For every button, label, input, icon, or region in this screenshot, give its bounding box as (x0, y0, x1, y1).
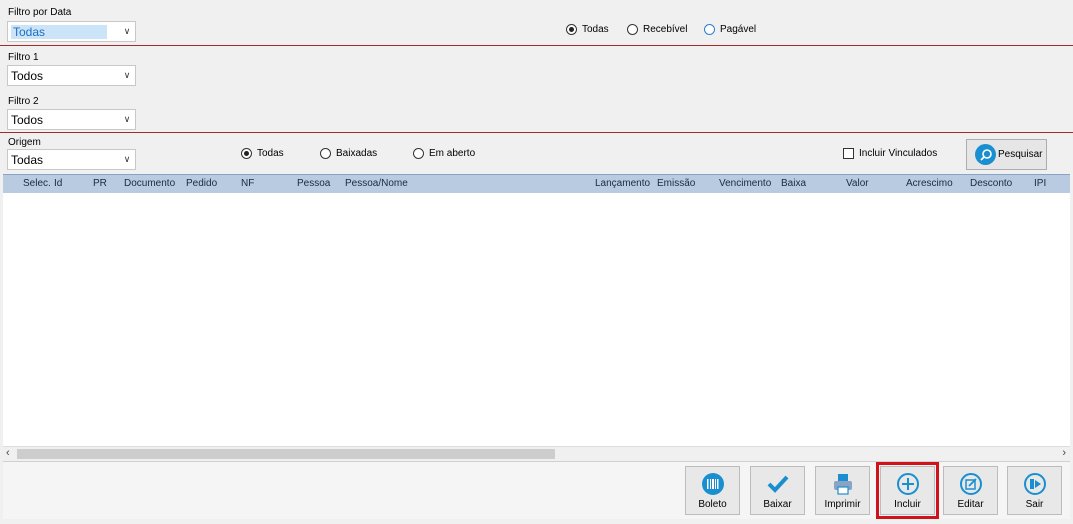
col-header-pessoa[interactable]: Pessoa (297, 178, 330, 189)
exit-icon (1022, 471, 1048, 500)
incluir-button-label: Incluir (894, 499, 921, 510)
editar-button-label: Editar (957, 499, 984, 510)
barcode-icon (700, 471, 726, 500)
radio-status-baixadas[interactable]: Baixadas (320, 148, 377, 159)
scroll-left-icon[interactable]: ‹ (6, 447, 10, 459)
incluir-button[interactable]: Incluir (876, 462, 939, 519)
filtro2-label: Filtro 2 (8, 96, 39, 107)
radio-dot-icon (241, 148, 252, 159)
col-header-vencimento[interactable]: Vencimento (719, 178, 771, 189)
radio-label: Pagável (720, 24, 757, 35)
checkbox-icon (843, 148, 854, 159)
radio-tipo-recebivel[interactable]: Recebível (627, 24, 687, 35)
scroll-right-icon[interactable]: › (1062, 447, 1066, 459)
boleto-button-label: Boleto (698, 499, 727, 510)
col-header-pedido[interactable]: Pedido (186, 178, 217, 189)
scrollbar-thumb[interactable] (17, 449, 555, 459)
printer-icon (830, 471, 856, 500)
origem-select[interactable]: Todas ∨ (7, 149, 136, 170)
col-header-desconto[interactable]: Desconto (970, 178, 1012, 189)
filtro1-value: Todos (11, 68, 44, 83)
sair-button[interactable]: Sair (1007, 466, 1062, 515)
col-header-lancamento[interactable]: Lançamento (595, 178, 650, 189)
radio-tipo-todas[interactable]: Todas (566, 24, 609, 35)
filtro2-select[interactable]: Todos ∨ (7, 109, 136, 130)
filtro-data-select[interactable]: Todas ∨ (7, 21, 136, 42)
col-header-emissao[interactable]: Emissão (657, 178, 695, 189)
radio-label: Todas (582, 24, 609, 35)
chevron-down-icon: ∨ (123, 154, 131, 164)
incluir-vinculados-checkbox[interactable]: Incluir Vinculados (843, 148, 937, 159)
imprimir-button[interactable]: Imprimir (815, 466, 870, 515)
baixar-button-label: Baixar (763, 499, 792, 510)
horizontal-scrollbar[interactable]: ‹ › (3, 446, 1070, 460)
col-header-acrescimo[interactable]: Acrescimo (906, 178, 953, 189)
origem-value: Todas (11, 152, 44, 167)
col-header-baixa[interactable]: Baixa (781, 178, 806, 189)
chevron-down-icon: ∨ (123, 26, 131, 36)
filtro-data-value: Todas (11, 24, 107, 39)
col-header-ipi[interactable]: IPI (1034, 178, 1046, 189)
col-header-nf[interactable]: NF (241, 178, 254, 189)
grid-body[interactable] (3, 193, 1070, 446)
origem-label: Origem (8, 137, 41, 148)
separator (0, 132, 1073, 133)
boleto-button[interactable]: Boleto (685, 466, 740, 515)
editar-button[interactable]: Editar (943, 466, 998, 515)
col-header-selec[interactable]: Selec. (23, 178, 51, 189)
chevron-down-icon: ∨ (123, 114, 131, 124)
separator (0, 45, 1073, 46)
radio-dot-icon (627, 24, 638, 35)
imprimir-button-label: Imprimir (824, 499, 861, 510)
radio-label: Todas (257, 148, 284, 159)
col-header-id[interactable]: Id (54, 178, 62, 189)
add-icon (895, 471, 921, 500)
radio-status-em-aberto[interactable]: Em aberto (413, 148, 475, 159)
radio-status-todas[interactable]: Todas (241, 148, 284, 159)
radio-label: Em aberto (429, 148, 476, 159)
search-button[interactable]: Pesquisar (966, 139, 1047, 170)
filtro2-value: Todos (11, 112, 44, 127)
sair-button-label: Sair (1025, 499, 1044, 510)
radio-label: Baixadas (336, 148, 378, 159)
radio-tipo-pagavel[interactable]: Pagável (704, 24, 756, 35)
search-button-label: Pesquisar (998, 149, 1043, 160)
search-icon (975, 144, 996, 165)
col-header-valor[interactable]: Valor (846, 178, 869, 189)
grid-header: Selec. Id PR Documento Pedido NF Pessoa … (3, 174, 1070, 193)
radio-label: Recebível (643, 24, 688, 35)
radio-dot-icon (320, 148, 331, 159)
checkmark-icon (765, 471, 791, 500)
col-header-documento[interactable]: Documento (124, 178, 175, 189)
baixar-button[interactable]: Baixar (750, 466, 805, 515)
radio-dot-icon (413, 148, 424, 159)
chevron-down-icon: ∨ (123, 70, 131, 80)
filtro-data-label: Filtro por Data (8, 7, 72, 18)
filtro1-label: Filtro 1 (8, 52, 39, 63)
filtro1-select[interactable]: Todos ∨ (7, 65, 136, 86)
radio-dot-icon (704, 24, 715, 35)
edit-icon (958, 471, 984, 500)
col-header-pessoa-nome[interactable]: Pessoa/Nome (345, 178, 408, 189)
col-header-pr[interactable]: PR (93, 178, 107, 189)
incluir-vinculados-label: Incluir Vinculados (859, 148, 938, 159)
radio-dot-icon (566, 24, 577, 35)
